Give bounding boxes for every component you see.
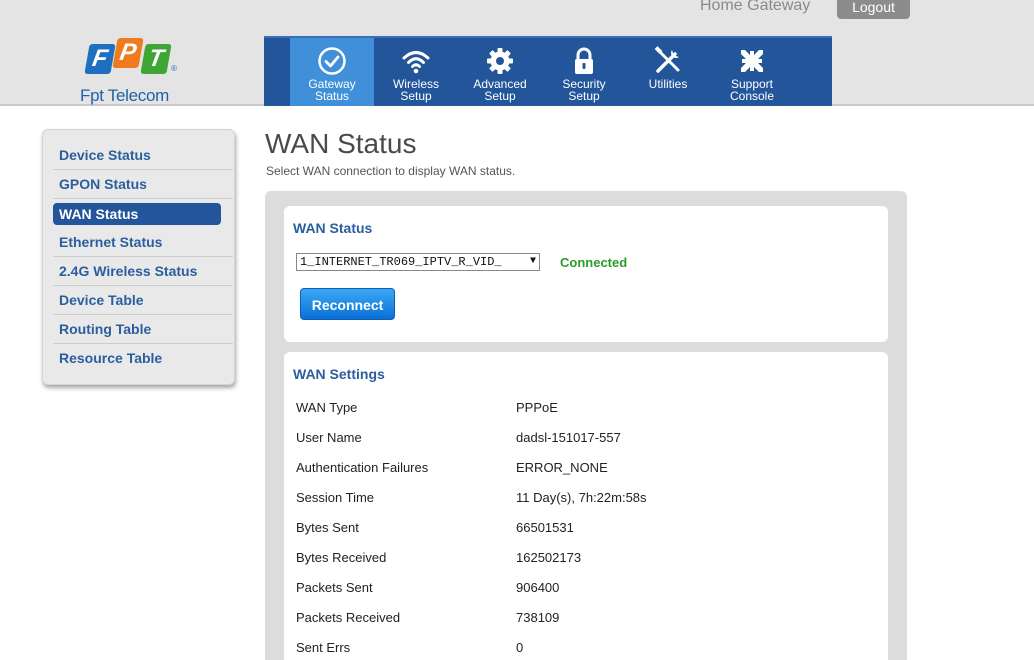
sidebar: Device Status GPON Status WAN Status Eth… [42, 129, 235, 385]
row-value: 11 Day(s), 7h:22m:58s [516, 490, 647, 505]
row-label: Bytes Received [296, 550, 387, 565]
sidebar-item-label: 2.4G Wireless Status [59, 263, 198, 279]
sidebar-item-label: Resource Table [59, 350, 163, 366]
gear-icon [487, 48, 513, 74]
nav-label-line2: Setup [400, 89, 432, 103]
settings-row-wan-type: WAN Type PPPoE [296, 400, 876, 420]
sidebar-item-routing-table[interactable]: Routing Table [53, 315, 233, 344]
settings-row-bytes-received: Bytes Received 162502173 [296, 550, 876, 570]
sidebar-item-gpon-status[interactable]: GPON Status [53, 170, 233, 199]
main-nav: Gateway Status Wireless Setup Advanced S… [264, 36, 832, 106]
row-label: Bytes Sent [296, 520, 359, 535]
nav-advanced-setup[interactable]: Advanced Setup [458, 38, 542, 106]
sidebar-item-label: Ethernet Status [59, 234, 163, 250]
row-value: PPPoE [516, 400, 558, 415]
row-value: 66501531 [516, 520, 574, 535]
sidebar-item-wan-status[interactable]: WAN Status [53, 203, 221, 225]
wan-status-card-title: WAN Status [293, 220, 373, 236]
reconnect-button[interactable]: Reconnect [300, 288, 395, 320]
page-title: WAN Status [265, 128, 417, 159]
nav-security-setup[interactable]: Security Setup [542, 38, 626, 106]
row-label: Authentication Failures [296, 460, 429, 475]
sidebar-item-resource-table[interactable]: Resource Table [53, 344, 223, 373]
logo-registered-mark: ® [171, 64, 177, 73]
wan-status-card: WAN Status 1_INTERNET_TR069_IPTV_R_VID_ … [284, 206, 888, 342]
row-value: 162502173 [516, 550, 582, 565]
row-value: ERROR_NONE [516, 460, 608, 475]
wan-connection-select[interactable]: 1_INTERNET_TR069_IPTV_R_VID_ ▼ [296, 253, 540, 271]
sidebar-item-device-status[interactable]: Device Status [53, 141, 233, 170]
logout-button[interactable]: Logout [837, 0, 910, 19]
nav-wireless-setup[interactable]: Wireless Setup [374, 38, 458, 106]
row-label: Packets Received [296, 610, 401, 625]
settings-row-user-name: User Name dadsl-151017-557 [296, 430, 876, 450]
content-panel: WAN Status 1_INTERNET_TR069_IPTV_R_VID_ … [265, 191, 907, 660]
row-label: Packets Sent [296, 580, 373, 595]
logo-letter-p: P [112, 38, 144, 68]
nav-label-line2: Console [729, 89, 775, 103]
wan-connection-selected: 1_INTERNET_TR069_IPTV_R_VID_ [300, 255, 502, 269]
sidebar-item-label: GPON Status [59, 176, 147, 192]
header: Home Gateway Logout F P T ® Fpt Telecom … [0, 0, 1034, 106]
check-circle-icon [318, 47, 346, 75]
nav-support-console[interactable]: Support Console [710, 38, 794, 106]
logo-letter-f: F [84, 44, 116, 74]
wifi-icon [402, 51, 430, 74]
settings-row-session-time: Session Time 11 Day(s), 7h:22m:58s [296, 490, 876, 510]
settings-row-sent-errs: Sent Errs 0 [296, 640, 876, 660]
nav-gateway-status[interactable]: Gateway Status [290, 38, 374, 106]
connection-state: Connected [560, 255, 628, 270]
fpt-logo: F P T ® Fpt Telecom [80, 38, 180, 105]
wan-settings-card-title: WAN Settings [293, 366, 385, 382]
row-label: Session Time [296, 490, 375, 505]
product-name: Home Gateway [700, 0, 811, 14]
page-subtitle: Select WAN connection to display WAN sta… [266, 164, 516, 178]
nav-label-line2: Setup [568, 89, 600, 103]
tools-icon [654, 46, 680, 73]
row-label: User Name [296, 430, 362, 445]
sidebar-item-wireless-status[interactable]: 2.4G Wireless Status [53, 257, 233, 286]
row-value: dadsl-151017-557 [516, 430, 621, 445]
sidebar-item-device-table[interactable]: Device Table [53, 286, 233, 315]
logo-letter-t: T [140, 44, 172, 74]
sidebar-item-label: Device Table [59, 292, 144, 308]
settings-row-packets-received: Packets Received 738109 [296, 610, 876, 630]
row-label: Sent Errs [296, 640, 351, 655]
dropdown-arrow-icon: ▼ [529, 256, 536, 267]
nav-label-line2: Setup [484, 89, 516, 103]
row-value: 0 [516, 640, 524, 655]
nav-label-line2: Status [314, 89, 350, 103]
settings-row-bytes-sent: Bytes Sent 66501531 [296, 520, 876, 540]
sidebar-item-label: Device Status [59, 147, 151, 163]
sidebar-item-label: Routing Table [59, 321, 152, 337]
settings-row-packets-sent: Packets Sent 906400 [296, 580, 876, 600]
row-label: WAN Type [296, 400, 358, 415]
row-value: 906400 [516, 580, 560, 595]
wan-settings-card: WAN Settings WAN Type PPPoE User Name da… [284, 352, 888, 660]
compress-arrows-icon [741, 50, 763, 72]
settings-row-auth-failures: Authentication Failures ERROR_NONE [296, 460, 876, 480]
sidebar-item-label: WAN Status [59, 206, 139, 222]
logo-brand-text: Fpt Telecom [80, 86, 169, 105]
sidebar-item-ethernet-status[interactable]: Ethernet Status [53, 228, 233, 257]
nav-utilities[interactable]: Utilities [626, 38, 710, 106]
lock-icon [575, 47, 593, 74]
row-value: 738109 [516, 610, 560, 625]
nav-label-line1: Utilities [648, 77, 688, 91]
